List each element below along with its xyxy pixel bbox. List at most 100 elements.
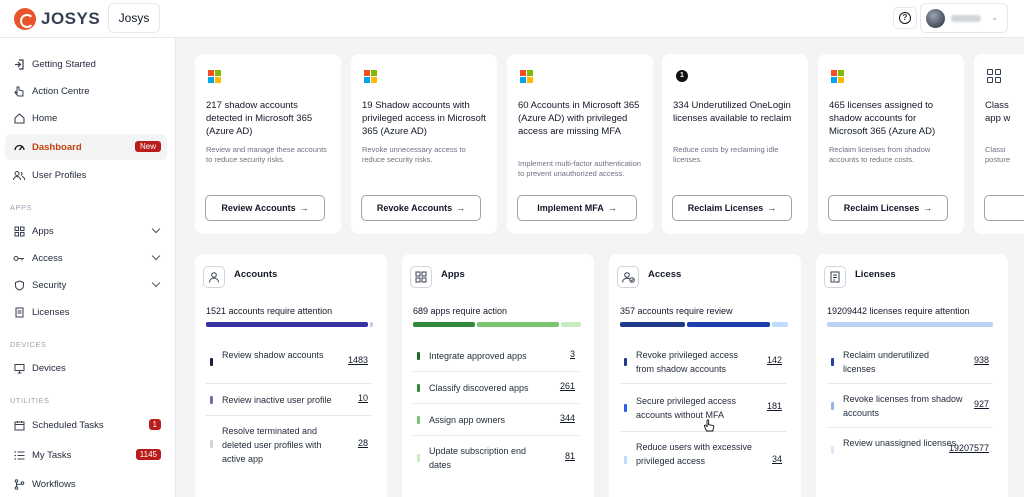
card-title: Accounts xyxy=(234,269,278,280)
list-item[interactable]: Reclaim underutilized licenses 938 xyxy=(827,340,993,384)
microsoft-logo-icon xyxy=(831,70,844,83)
row-count-link[interactable]: 344 xyxy=(560,413,575,423)
arrow-right-icon: → xyxy=(456,203,466,213)
action-card-desc: Reclaim licenses from shadow accounts to… xyxy=(829,145,931,164)
sidebar-item-scheduled-tasks[interactable]: Scheduled Tasks 1 xyxy=(5,412,167,438)
list-item[interactable]: Classify discovered apps 261 xyxy=(413,372,579,404)
sidebar-item-devices[interactable]: Devices xyxy=(5,355,167,381)
card-summary: 689 apps require action xyxy=(413,306,508,316)
login-icon xyxy=(13,58,25,70)
list-item[interactable]: Revoke licenses from shadow accounts 927 xyxy=(827,384,993,428)
sidebar-item-my-tasks[interactable]: My Tasks 1145 xyxy=(5,442,167,468)
list-item[interactable]: Assign app owners 344 xyxy=(413,404,579,436)
status-marker xyxy=(831,358,834,366)
sidebar-item-action-centre[interactable]: Action Centre xyxy=(5,78,167,104)
count-badge: 1 xyxy=(148,419,161,430)
list-item[interactable]: Resolve terminated and deleted user prof… xyxy=(206,416,372,472)
sidebar-item-label: Licenses xyxy=(32,306,70,318)
sidebar-item-label: Workflows xyxy=(32,478,76,490)
row-count-link[interactable]: 938 xyxy=(974,355,989,365)
bar-segment xyxy=(413,322,475,327)
list-item[interactable]: Revoke privileged access from shadow acc… xyxy=(620,340,786,384)
bar-segment xyxy=(477,322,559,327)
row-count-link[interactable]: 1483 xyxy=(348,355,368,365)
reclaim-licenses-button[interactable]: Reclaim Licenses → xyxy=(828,195,948,221)
implement-mfa-button[interactable]: Implement MFA → xyxy=(517,195,637,221)
top-bar: JOSYS Josys ? ⌄ xyxy=(0,0,1024,38)
row-count-link[interactable]: 28 xyxy=(358,438,368,448)
list-item[interactable]: Update subscription end dates 81 xyxy=(413,436,579,480)
button-label: Reclaim Licenses xyxy=(843,203,920,213)
sidebar-item-licenses[interactable]: Licenses xyxy=(5,299,167,325)
josys-logo[interactable]: JOSYS xyxy=(14,8,100,30)
row-count-link[interactable]: 142 xyxy=(767,355,782,365)
hand-cursor-icon xyxy=(703,419,715,432)
row-count-link[interactable]: 10 xyxy=(358,393,368,403)
list-item[interactable]: Review inactive user profile 10 xyxy=(206,384,372,416)
row-count-link[interactable]: 3 xyxy=(570,349,575,359)
gauge-icon xyxy=(13,141,25,153)
card-title: Access xyxy=(648,269,682,280)
licenses-card: Licenses 19209442 licenses require atten… xyxy=(816,254,1008,497)
progress-bar xyxy=(413,322,581,327)
section-label-devices: DEVICES xyxy=(10,340,47,349)
chevron-down-icon[interactable] xyxy=(151,278,161,288)
avatar xyxy=(926,9,945,28)
access-card: Access 357 accounts require review Revok… xyxy=(609,254,801,497)
button-label: Review Accounts xyxy=(221,203,296,213)
reclaim-licenses-button[interactable]: Reclaim Licenses → xyxy=(672,195,792,221)
help-button[interactable]: ? xyxy=(893,7,917,29)
sidebar-item-dashboard[interactable]: Dashboard New xyxy=(5,134,167,160)
row-text: Revoke licenses from shadow accounts xyxy=(843,394,963,418)
pointer-icon xyxy=(13,85,25,97)
revoke-accounts-button[interactable]: Revoke Accounts → xyxy=(361,195,481,221)
sidebar-item-label: My Tasks xyxy=(32,449,72,461)
sidebar-item-apps[interactable]: Apps xyxy=(5,218,167,244)
action-card-title: Class app w xyxy=(985,100,1011,124)
list-item[interactable]: Integrate approved apps 3 xyxy=(413,340,579,372)
list-item[interactable]: Review shadow accounts 1483 xyxy=(206,340,372,384)
chevron-down-icon[interactable] xyxy=(151,224,161,234)
count-badge: 1145 xyxy=(135,449,161,460)
row-text: Revoke privileged access from shadow acc… xyxy=(636,350,739,374)
row-text: Integrate approved apps xyxy=(429,351,527,361)
section-label-apps: APPS xyxy=(10,203,33,212)
row-text: Review unassigned licenses xyxy=(843,438,957,448)
sidebar-item-label: Scheduled Tasks xyxy=(32,419,104,431)
action-card-partial: Class app w Classi posture xyxy=(974,54,1024,234)
user-name-blurred xyxy=(951,15,981,22)
sidebar-item-getting-started[interactable]: Getting Started xyxy=(5,51,167,77)
user-menu-button[interactable]: ⌄ xyxy=(920,3,1008,33)
row-count-link[interactable]: 34 xyxy=(772,454,782,464)
sidebar-item-workflows[interactable]: Workflows xyxy=(5,471,167,497)
tenant-selector[interactable]: Josys xyxy=(108,3,160,33)
row-count-link[interactable]: 927 xyxy=(974,399,989,409)
sidebar-item-user-profiles[interactable]: User Profiles xyxy=(5,162,167,188)
row-count-link[interactable]: 19207577 xyxy=(949,443,989,453)
sidebar-item-home[interactable]: Home xyxy=(5,105,167,131)
sidebar-item-security[interactable]: Security xyxy=(5,272,167,298)
row-text: Secure privileged access accounts withou… xyxy=(636,396,737,420)
status-marker xyxy=(624,358,627,366)
sidebar-item-label: User Profiles xyxy=(32,169,87,181)
row-count-link[interactable]: 261 xyxy=(560,381,575,391)
action-card-button[interactable] xyxy=(984,195,1024,221)
question-circle-icon: ? xyxy=(899,12,911,24)
monitor-icon xyxy=(13,362,25,374)
list-icon xyxy=(13,449,25,461)
list-item[interactable]: Review unassigned licenses 19207577 xyxy=(827,428,993,472)
review-accounts-button[interactable]: Review Accounts → xyxy=(205,195,325,221)
sidebar-item-access[interactable]: Access xyxy=(5,245,167,271)
action-card: 19 Shadow accounts with privileged acces… xyxy=(351,54,497,234)
chevron-down-icon[interactable] xyxy=(151,251,161,261)
shield-icon xyxy=(13,279,25,291)
action-card-title: 60 Accounts in Microsoft 365 (Azure AD) … xyxy=(518,100,640,137)
bar-segment xyxy=(206,322,368,327)
arrow-right-icon: → xyxy=(767,203,777,213)
grid-icon xyxy=(13,225,25,237)
row-count-link[interactable]: 181 xyxy=(767,401,782,411)
sidebar-item-label: Apps xyxy=(32,225,54,237)
list-item[interactable]: Reduce users with excessive privileged a… xyxy=(620,432,786,488)
bar-segment xyxy=(561,322,581,327)
row-count-link[interactable]: 81 xyxy=(565,451,575,461)
